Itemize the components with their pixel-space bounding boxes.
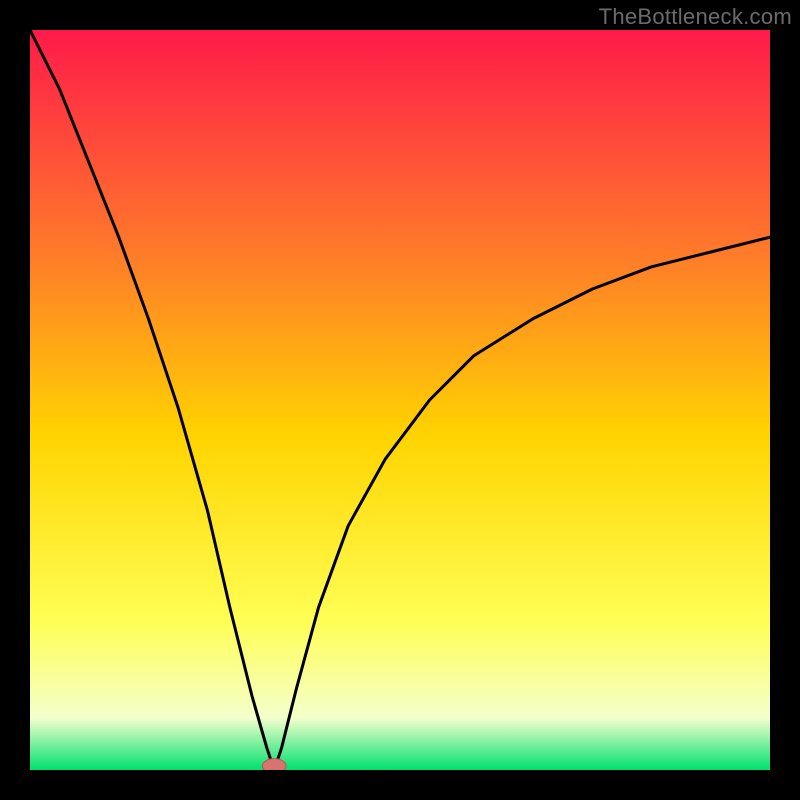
optimal-point-marker [262, 759, 286, 770]
chart-frame: TheBottleneck.com [0, 0, 800, 800]
watermark-text: TheBottleneck.com [599, 4, 792, 30]
chart-svg [30, 30, 770, 770]
gradient-background [30, 30, 770, 770]
plot-area [30, 30, 770, 770]
